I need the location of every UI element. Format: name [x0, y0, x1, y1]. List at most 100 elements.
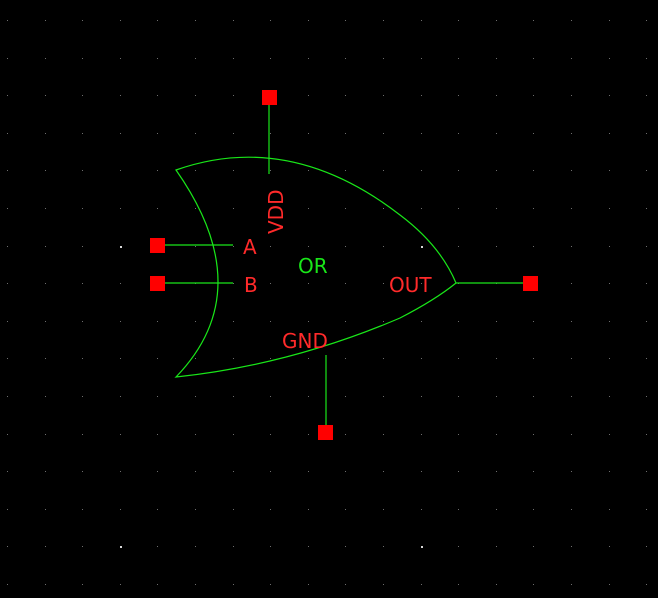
- grid-dot: [270, 133, 271, 134]
- grid-dot: [195, 396, 196, 397]
- grid-dot: [308, 95, 309, 96]
- or-gate-symbol[interactable]: VDD A B OUT GND OR: [150, 90, 538, 440]
- grid-dot: [7, 208, 8, 209]
- grid-dot: [345, 208, 346, 209]
- grid-dot: [270, 509, 271, 510]
- grid-dot: [7, 133, 8, 134]
- grid-dot: [609, 20, 610, 21]
- grid-dot: [7, 584, 8, 585]
- grid-dot: [609, 321, 610, 322]
- grid-dot: [7, 95, 8, 96]
- grid-dot: [233, 358, 234, 359]
- grid-dot: [82, 546, 83, 547]
- grid-dot: [458, 434, 459, 435]
- grid-dot: [345, 434, 346, 435]
- grid-dot: [646, 358, 647, 359]
- schematic-canvas[interactable]: VDD A B OUT GND OR: [0, 0, 658, 598]
- grid-dot: [345, 20, 346, 21]
- gnd-pin-terminal[interactable]: [318, 425, 333, 440]
- grid-dot: [421, 133, 422, 134]
- grid-dot: [120, 434, 121, 435]
- grid-dot: [270, 246, 271, 247]
- grid-dot: [45, 321, 46, 322]
- grid-dot: [233, 471, 234, 472]
- grid-dot: [270, 20, 271, 21]
- grid-dot: [120, 358, 121, 359]
- grid-dot: [308, 546, 309, 547]
- grid-dot: [157, 170, 158, 171]
- out-pin-terminal[interactable]: [523, 276, 538, 291]
- grid-dot: [533, 471, 534, 472]
- grid-dot: [45, 396, 46, 397]
- grid-dot: [308, 509, 309, 510]
- grid-dot: [533, 358, 534, 359]
- grid-dot: [646, 434, 647, 435]
- grid-dot: [308, 208, 309, 209]
- grid-dot: [421, 170, 422, 171]
- vdd-pin-terminal[interactable]: [262, 90, 277, 105]
- grid-dot: [45, 246, 46, 247]
- grid-dot: [120, 321, 121, 322]
- grid-dot: [345, 471, 346, 472]
- grid-dot: [571, 509, 572, 510]
- grid-dot: [195, 321, 196, 322]
- grid-dot: [496, 208, 497, 209]
- grid-dot: [308, 283, 309, 284]
- grid-dot: [82, 58, 83, 59]
- grid-dot: [646, 58, 647, 59]
- grid-dot: [646, 283, 647, 284]
- grid-dot: [45, 358, 46, 359]
- grid-dot: [421, 434, 422, 435]
- grid-dot: [45, 509, 46, 510]
- grid-dot: [195, 58, 196, 59]
- grid-dot: [7, 434, 8, 435]
- grid-dot: [82, 396, 83, 397]
- grid-dot: [383, 283, 384, 284]
- grid-dot: [646, 20, 647, 21]
- grid-dot: [7, 358, 8, 359]
- grid-dot: [7, 321, 8, 322]
- grid-dot: [82, 95, 83, 96]
- grid-dot: [496, 170, 497, 171]
- a-pin-terminal[interactable]: [150, 238, 165, 253]
- grid-dot: [345, 321, 346, 322]
- grid-dot: [233, 546, 234, 547]
- grid-dot: [421, 546, 423, 548]
- grid-dot: [458, 471, 459, 472]
- grid-dot: [533, 434, 534, 435]
- grid-dot: [82, 20, 83, 21]
- grid-dot: [82, 358, 83, 359]
- grid-dot: [270, 471, 271, 472]
- grid-dot: [345, 546, 346, 547]
- grid-dot: [496, 584, 497, 585]
- grid-dot: [120, 58, 121, 59]
- grid-dot: [383, 509, 384, 510]
- grid-dot: [308, 321, 309, 322]
- grid-dot: [7, 396, 8, 397]
- grid-dot: [195, 471, 196, 472]
- grid-dot: [496, 396, 497, 397]
- grid-dot: [533, 95, 534, 96]
- grid-dot: [421, 246, 423, 248]
- grid-dot: [157, 58, 158, 59]
- grid-dot: [195, 434, 196, 435]
- b-pin-terminal[interactable]: [150, 276, 165, 291]
- grid-dot: [609, 396, 610, 397]
- grid-dot: [120, 95, 121, 96]
- grid-dot: [646, 396, 647, 397]
- grid-dot: [571, 283, 572, 284]
- grid-dot: [383, 208, 384, 209]
- grid-dot: [458, 20, 459, 21]
- grid-dot: [7, 283, 8, 284]
- grid-dot: [157, 321, 158, 322]
- grid-dot: [458, 546, 459, 547]
- grid-dot: [233, 584, 234, 585]
- grid-dot: [609, 170, 610, 171]
- grid-dot: [383, 584, 384, 585]
- grid-dot: [233, 58, 234, 59]
- grid-dot: [157, 509, 158, 510]
- grid-dot: [609, 283, 610, 284]
- grid-dot: [458, 95, 459, 96]
- grid-dot: [82, 584, 83, 585]
- grid-dot: [609, 471, 610, 472]
